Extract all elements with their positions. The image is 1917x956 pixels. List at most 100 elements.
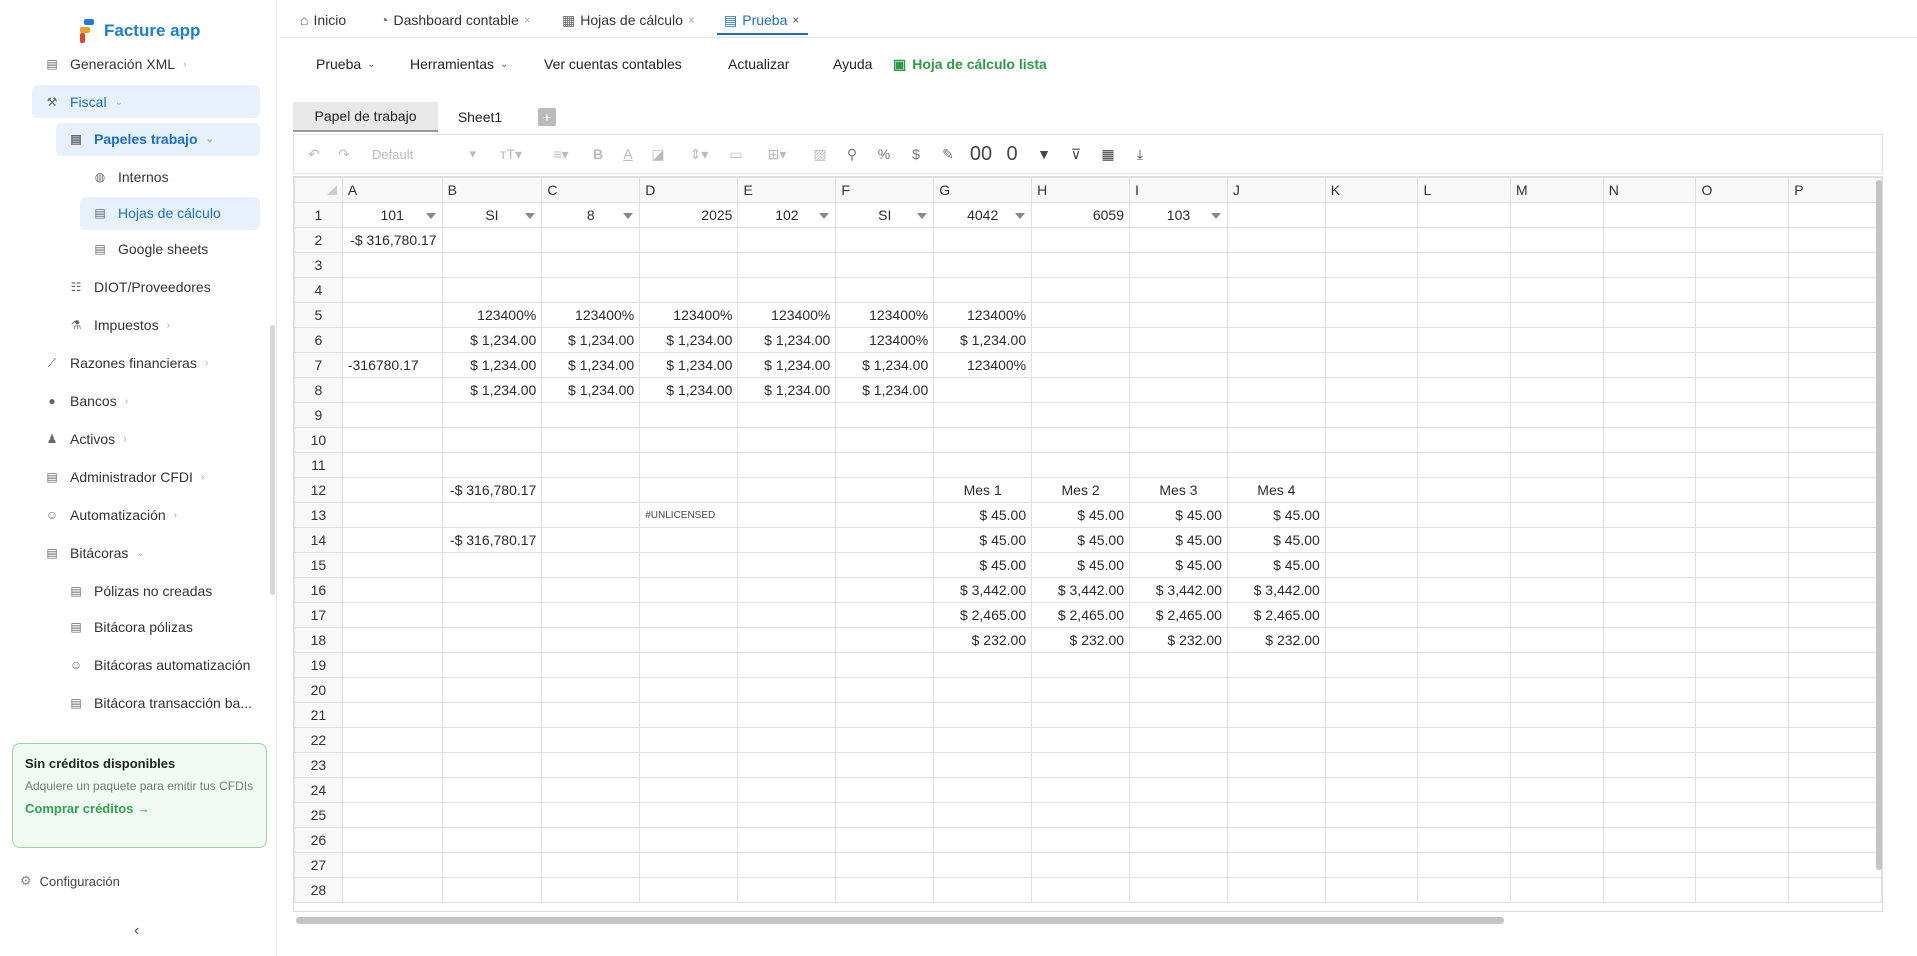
cell[interactable]	[737, 252, 837, 278]
cell[interactable]	[1417, 727, 1511, 753]
menu-actualizar[interactable]: Actualizar	[728, 50, 789, 78]
cell[interactable]: $ 3,442.00	[1031, 577, 1131, 603]
cell[interactable]	[1788, 427, 1882, 453]
cell[interactable]	[639, 527, 739, 553]
cell[interactable]	[835, 652, 935, 678]
cell[interactable]	[1788, 252, 1882, 278]
cell[interactable]	[1129, 452, 1228, 478]
column-header[interactable]: L	[1417, 177, 1511, 203]
cell[interactable]	[933, 727, 1033, 753]
cell[interactable]: SI	[441, 202, 543, 228]
cell[interactable]	[1602, 277, 1697, 303]
cell[interactable]: $ 1,234.00	[639, 352, 739, 378]
cell[interactable]	[1324, 327, 1419, 353]
row-header[interactable]: 27	[294, 852, 343, 878]
cell[interactable]	[1417, 452, 1511, 478]
cell[interactable]	[1602, 352, 1697, 378]
sidebar-item-configuracion[interactable]: ⚙ Configuración	[20, 873, 120, 889]
cell[interactable]	[1324, 452, 1419, 478]
cell[interactable]	[1602, 652, 1697, 678]
cell[interactable]	[737, 777, 837, 803]
cell[interactable]: $ 3,442.00	[1226, 577, 1326, 603]
row-header[interactable]: 16	[294, 577, 343, 603]
row-header[interactable]: 23	[294, 752, 343, 778]
cell[interactable]	[1129, 702, 1228, 728]
cell[interactable]	[1509, 552, 1604, 578]
font-size-icon[interactable]: тT▾	[494, 135, 528, 173]
cell[interactable]	[1129, 302, 1228, 328]
cell[interactable]	[1788, 577, 1882, 603]
corner-cell[interactable]	[294, 177, 343, 203]
cell[interactable]	[1226, 427, 1326, 453]
cell[interactable]: 103	[1129, 202, 1228, 228]
cell[interactable]	[737, 527, 837, 553]
cell[interactable]	[1509, 502, 1604, 528]
cell[interactable]	[737, 702, 837, 728]
cell[interactable]	[1788, 652, 1882, 678]
cell[interactable]	[835, 627, 935, 653]
cell[interactable]	[1417, 427, 1511, 453]
cell[interactable]	[1031, 852, 1131, 878]
cell[interactable]	[1602, 677, 1697, 703]
cell[interactable]	[1417, 477, 1511, 503]
decimal-increase-icon[interactable]: 00	[966, 135, 996, 173]
cell[interactable]: SI	[835, 202, 935, 228]
cell[interactable]	[1417, 352, 1511, 378]
cell[interactable]	[541, 402, 641, 428]
cell[interactable]	[1417, 827, 1511, 853]
cell[interactable]	[1788, 677, 1882, 703]
cell[interactable]: $ 45.00	[1129, 527, 1228, 553]
cell[interactable]	[1226, 252, 1326, 278]
percent-icon[interactable]: %	[872, 135, 896, 173]
cell[interactable]	[1602, 727, 1697, 753]
cell[interactable]	[1129, 852, 1228, 878]
cell[interactable]	[1695, 477, 1790, 503]
cell[interactable]	[541, 477, 641, 503]
cell[interactable]	[1695, 577, 1790, 603]
cell[interactable]	[441, 802, 543, 828]
cell[interactable]: 4042	[933, 202, 1033, 228]
text-color-icon[interactable]: A	[616, 135, 640, 173]
cell[interactable]	[341, 502, 443, 528]
cell[interactable]	[1695, 727, 1790, 753]
cell[interactable]	[1417, 677, 1511, 703]
cell[interactable]	[933, 652, 1033, 678]
cell[interactable]	[639, 277, 739, 303]
cell[interactable]	[835, 852, 935, 878]
cell[interactable]	[1788, 352, 1882, 378]
cell[interactable]	[1129, 252, 1228, 278]
sidebar-item-bitacoras[interactable]: ▤ Bitácoras ⌄	[44, 543, 276, 563]
cell[interactable]	[541, 527, 641, 553]
border-icon[interactable]: ⊞▾	[760, 135, 794, 173]
column-header[interactable]: A	[341, 177, 443, 203]
cell[interactable]	[1695, 327, 1790, 353]
cell[interactable]: 6059	[1031, 202, 1131, 228]
cell[interactable]	[1226, 802, 1326, 828]
cell[interactable]	[341, 702, 443, 728]
cell[interactable]	[933, 402, 1033, 428]
cell[interactable]	[1695, 552, 1790, 578]
sidebar-item-bancos[interactable]: ● Bancos ›	[44, 391, 276, 411]
tab-prueba[interactable]: ▤ Prueba ×	[724, 8, 799, 32]
cell[interactable]	[1788, 752, 1882, 778]
cell[interactable]	[1695, 777, 1790, 803]
spreadsheet-grid[interactable]: ABCDEFGHIJKLMNOP 1 101 SI 8 2025 102 SI 4042 605…	[293, 176, 1883, 912]
cell[interactable]	[1324, 352, 1419, 378]
cell[interactable]	[341, 877, 443, 903]
cell[interactable]	[541, 777, 641, 803]
cell[interactable]: $ 45.00	[1226, 552, 1326, 578]
cell[interactable]	[1509, 777, 1604, 803]
cell[interactable]	[1695, 527, 1790, 553]
cell[interactable]	[1417, 852, 1511, 878]
cell[interactable]	[1129, 802, 1228, 828]
column-header[interactable]: H	[1031, 177, 1131, 203]
cell[interactable]	[1031, 277, 1131, 303]
cell[interactable]: $ 1,234.00	[737, 377, 837, 403]
cell[interactable]	[1602, 527, 1697, 553]
sheet-tab-sheet1[interactable]: Sheet1	[440, 102, 520, 132]
cell[interactable]	[1788, 327, 1882, 353]
image-icon[interactable]: ▨	[808, 135, 832, 173]
cell[interactable]	[1602, 777, 1697, 803]
cell[interactable]	[639, 652, 739, 678]
cell[interactable]	[541, 452, 641, 478]
